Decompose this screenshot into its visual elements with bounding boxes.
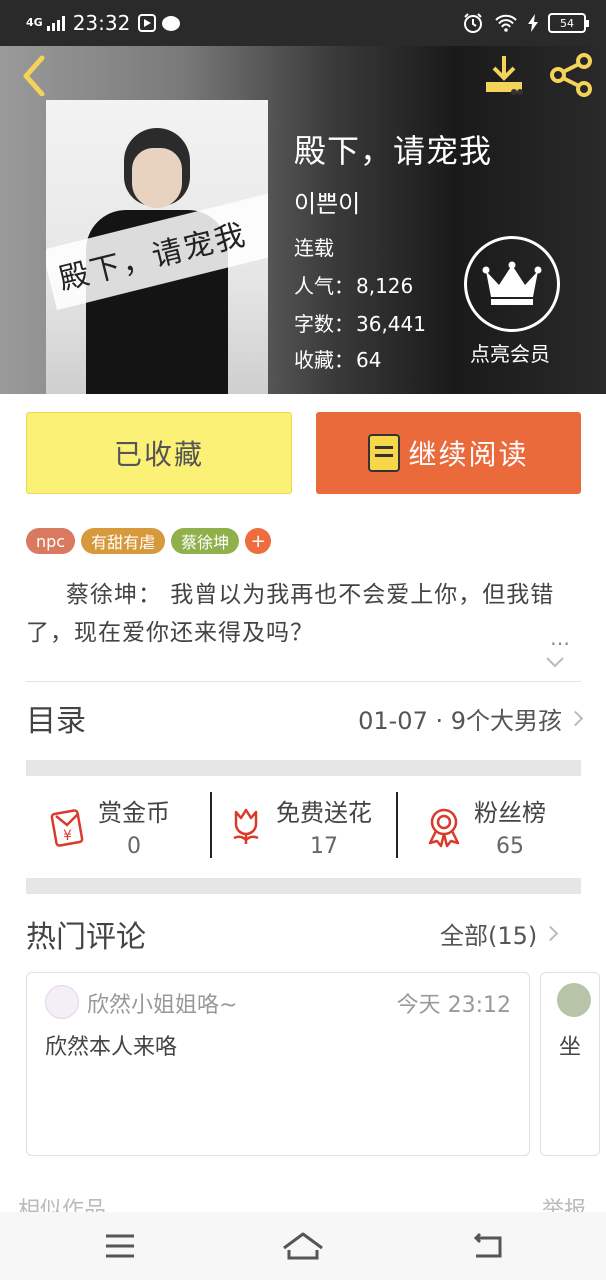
stat-label: 赏金币 bbox=[98, 799, 170, 827]
chevron-right-icon bbox=[542, 925, 559, 942]
battery-icon: 54 bbox=[548, 13, 589, 33]
vip-button[interactable]: 点亮会员 bbox=[464, 236, 564, 367]
stat-value: 17 bbox=[310, 834, 338, 859]
alarm-icon bbox=[464, 13, 482, 33]
expand-icon[interactable] bbox=[545, 656, 565, 668]
comment-time: 今天 23:12 bbox=[396, 993, 511, 1018]
status-time: 23:32 bbox=[72, 11, 131, 35]
network-indicator: 4G bbox=[26, 16, 43, 29]
medal-icon bbox=[428, 808, 460, 848]
svg-text:¥: ¥ bbox=[63, 828, 72, 844]
comment-card[interactable]: 欣然小姐姐咯~ 今天 23:12 欣然本人来咯 bbox=[26, 972, 530, 1156]
book-author[interactable]: 이쁜이 bbox=[294, 184, 360, 219]
reward-coins[interactable]: ¥ 赏金币 0 bbox=[26, 792, 210, 860]
menu-icon[interactable] bbox=[98, 1228, 142, 1264]
popularity-stat: 人气： 8,126 bbox=[294, 274, 414, 298]
avatar[interactable] bbox=[45, 985, 79, 1019]
tag-cai-xukun[interactable]: 蔡徐坤 bbox=[171, 528, 240, 554]
section-separator bbox=[26, 878, 581, 894]
flower-icon bbox=[233, 808, 259, 844]
home-icon[interactable] bbox=[280, 1226, 326, 1266]
wifi-icon bbox=[495, 14, 517, 32]
comment-card[interactable]: 坐 bbox=[540, 972, 600, 1156]
share-icon[interactable] bbox=[548, 52, 596, 98]
tag-list: npc 有甜有虐 蔡徐坤 + bbox=[26, 528, 272, 554]
stat-value: 65 bbox=[496, 834, 524, 859]
signal-icon bbox=[46, 15, 65, 31]
continue-reading-button[interactable]: 继续阅读 bbox=[316, 412, 581, 494]
book-header: 殿下，请宠我 殿下，请宠我 이쁜이 连载 人气： 8,126 字数： 36,441 … bbox=[0, 46, 606, 394]
book-detail: 已收藏 继续阅读 npc 有甜有虐 蔡徐坤 + 蔡徐坤： 我曾以为我再也不会爱上… bbox=[0, 394, 606, 1223]
video-app-icon bbox=[138, 14, 157, 32]
stat-value: 0 bbox=[127, 834, 141, 859]
section-separator bbox=[26, 760, 581, 776]
all-comments-link[interactable]: 全部(15) bbox=[440, 916, 559, 951]
book-icon bbox=[368, 434, 401, 472]
comment-username[interactable]: 欣然小姐姐咯~ bbox=[87, 987, 237, 1019]
comment-text: 坐 bbox=[559, 1035, 582, 1060]
table-of-contents-row[interactable]: 目录 01-07 · 9个大男孩 bbox=[26, 682, 584, 754]
book-cover[interactable]: 殿下，请宠我 bbox=[46, 100, 268, 394]
charging-icon bbox=[528, 14, 538, 32]
status-bar: 4G 23:32 54 bbox=[0, 0, 606, 46]
back-nav-icon[interactable] bbox=[466, 1228, 510, 1264]
tag-sweet-angst[interactable]: 有甜有虐 bbox=[81, 528, 166, 554]
latest-chapter: 01-07 · 9个大男孩 bbox=[358, 706, 562, 735]
word-count-stat: 字数： 36,441 bbox=[294, 312, 426, 336]
back-icon[interactable] bbox=[14, 52, 58, 96]
send-flowers[interactable]: 免费送花 17 bbox=[212, 792, 396, 860]
stat-label: 免费送花 bbox=[276, 799, 372, 827]
favorites-stat: 收藏： 64 bbox=[294, 348, 382, 372]
stat-label: 粉丝榜 bbox=[474, 799, 546, 827]
download-icon[interactable] bbox=[480, 52, 528, 98]
crown-icon bbox=[464, 236, 560, 332]
message-icon bbox=[162, 15, 181, 31]
continue-reading-label: 继续阅读 bbox=[408, 438, 529, 471]
toc-label: 目录 bbox=[26, 704, 86, 739]
book-status: 连载 bbox=[294, 236, 334, 260]
book-title: 殿下，请宠我 bbox=[294, 132, 493, 170]
support-stats: ¥ 赏金币 0 免费送花 17 粉丝榜 65 bbox=[26, 792, 581, 860]
add-tag-button[interactable]: + bbox=[245, 528, 272, 554]
hot-comments-title: 热门评论 bbox=[26, 920, 146, 955]
tag-npc[interactable]: npc bbox=[26, 528, 76, 554]
comment-text: 欣然本人来咯 bbox=[45, 1035, 178, 1060]
red-envelope-icon: ¥ bbox=[50, 809, 84, 847]
intro-more: … bbox=[550, 626, 572, 650]
vip-label: 点亮会员 bbox=[470, 342, 550, 366]
book-intro: 蔡徐坤： 我曾以为我再也不会爱上你，但我错了，现在爱你还来得及吗？ bbox=[26, 582, 555, 646]
avatar[interactable] bbox=[557, 983, 591, 1017]
collected-button[interactable]: 已收藏 bbox=[26, 412, 292, 494]
chevron-right-icon bbox=[567, 710, 584, 726]
system-nav-bar bbox=[0, 1212, 606, 1280]
fan-ranking[interactable]: 粉丝榜 65 bbox=[398, 792, 578, 860]
